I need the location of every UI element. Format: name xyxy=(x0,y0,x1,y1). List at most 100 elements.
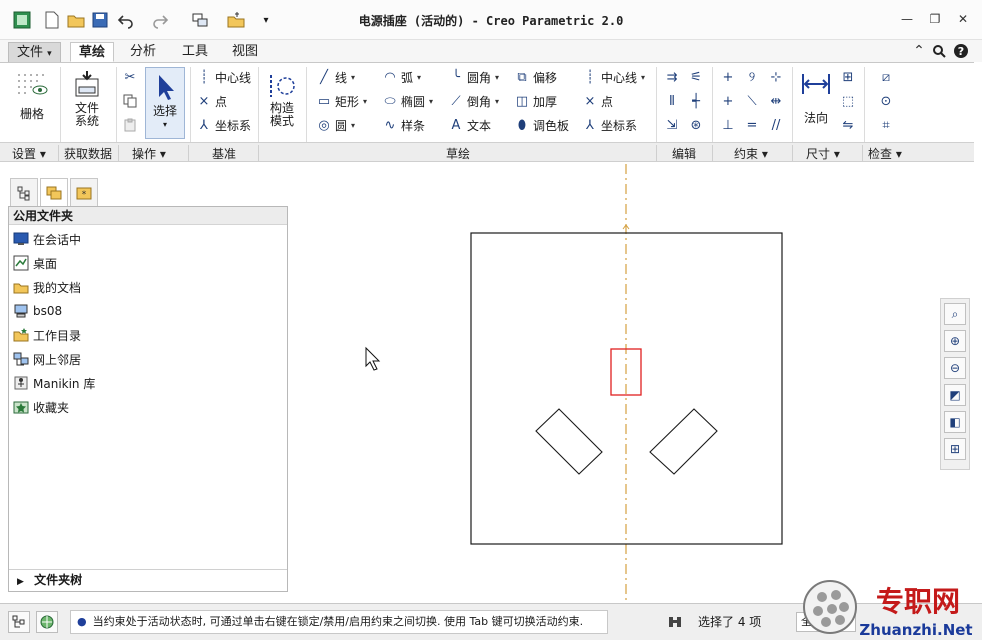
divide-icon[interactable]: ⚟ xyxy=(686,67,706,87)
vertical-constraint-icon[interactable]: + xyxy=(718,67,738,87)
zoom-out-icon[interactable]: ⊖ xyxy=(944,357,966,379)
reference-dimension-icon[interactable]: ⇋ xyxy=(838,115,858,135)
undo-icon[interactable] xyxy=(116,10,136,30)
sketch-centerline-button[interactable]: ┊ 中心线 ▾ xyxy=(582,67,645,87)
modify-icon[interactable]: ⇉ xyxy=(662,67,682,87)
text-button[interactable]: A 文本 xyxy=(448,115,491,135)
sketch-display-icon[interactable]: ⊞ xyxy=(944,438,966,460)
group-constrain[interactable]: 约束 ▾ xyxy=(734,145,768,162)
sketch-csys-button[interactable]: ⅄ 坐标系 xyxy=(582,115,637,135)
display-style-icon[interactable]: ◧ xyxy=(944,411,966,433)
select-dropdown-icon[interactable]: ▾ xyxy=(146,118,184,131)
arc-icon: ◠ xyxy=(384,69,396,85)
datum-centerline-button[interactable]: ┊ 中心线 xyxy=(196,67,251,87)
rectangle-button[interactable]: ▭ 矩形 ▾ xyxy=(316,91,367,111)
spline-button[interactable]: ∿ 样条 xyxy=(382,115,425,135)
baseline-icon[interactable]: ⬚ xyxy=(838,91,858,111)
folder-tree-toggle[interactable]: ▶ 文件夹树 xyxy=(9,569,287,591)
folder-item-working-dir[interactable]: 工作目录 xyxy=(13,325,81,345)
left-slot[interactable] xyxy=(535,408,603,475)
new-file-icon[interactable] xyxy=(42,10,62,30)
sketch-point-button[interactable]: × 点 xyxy=(582,91,613,111)
folder-item-computer[interactable]: bs08 xyxy=(13,301,62,321)
window-icon[interactable] xyxy=(226,10,246,30)
graphics-window[interactable] xyxy=(292,162,974,602)
tab-file[interactable]: 文件 ▾ xyxy=(8,42,61,62)
chamfer-button[interactable]: ⟋ 倒角 ▾ xyxy=(448,91,499,111)
group-operations[interactable]: 操作 ▾ xyxy=(132,145,166,162)
redo-icon[interactable] xyxy=(150,10,170,30)
offset-button[interactable]: ⧉ 偏移 xyxy=(514,67,557,87)
sketch-area[interactable] xyxy=(292,162,974,602)
parallel-constraint-icon[interactable]: // xyxy=(766,115,786,135)
folder-item-my-documents[interactable]: 我的文档 xyxy=(13,277,81,297)
tab-sketch[interactable]: 草绘 xyxy=(70,42,115,62)
collapse-ribbon-icon[interactable]: ⌃ xyxy=(910,42,928,60)
datum-csys-button[interactable]: ⅄ 坐标系 xyxy=(196,115,251,135)
construction-mode-button[interactable]: 构造 模式 xyxy=(262,67,302,139)
folder-item-network[interactable]: 网上邻居 xyxy=(13,349,81,369)
midpoint-constraint-icon[interactable]: ⊹ xyxy=(766,67,786,87)
rotate-resize-icon[interactable]: ⊛ xyxy=(686,115,706,135)
tab-analysis[interactable]: 分析 xyxy=(122,42,164,62)
open-folder-icon[interactable] xyxy=(66,10,86,30)
select-button[interactable]: 选择 ▾ xyxy=(145,67,185,139)
right-slot[interactable] xyxy=(649,408,718,475)
group-settings[interactable]: 设置 ▾ xyxy=(12,145,46,162)
symmetric-constraint-icon[interactable]: ⇹ xyxy=(766,91,786,111)
perpendicular-constraint-icon[interactable]: ⊥ xyxy=(718,115,738,135)
binoculars-icon[interactable] xyxy=(664,611,686,633)
file-system-button[interactable]: 文件 系统 xyxy=(64,67,110,139)
corner-icon[interactable]: ⇲ xyxy=(662,115,682,135)
grid-button[interactable]: 栅格 xyxy=(10,67,54,139)
arc-button[interactable]: ◠ 弧 ▾ xyxy=(382,67,421,87)
restore-button[interactable]: ❐ xyxy=(924,10,946,28)
palette-button[interactable]: ⬮ 调色板 xyxy=(514,115,569,135)
save-icon[interactable] xyxy=(90,10,110,30)
minimize-button[interactable]: — xyxy=(896,10,918,28)
overlapping-geometry-icon[interactable]: ⧄ xyxy=(876,67,896,87)
equal-constraint-icon[interactable]: = xyxy=(742,115,762,135)
line-button[interactable]: ╱ 线 ▾ xyxy=(316,67,355,87)
cut-icon[interactable]: ✂ xyxy=(120,67,140,87)
model-tree-tab[interactable] xyxy=(10,178,38,206)
folder-item-in-session[interactable]: 在会话中 xyxy=(13,229,81,249)
mirror-icon[interactable]: ⫴ xyxy=(662,91,682,111)
folder-item-manikin[interactable]: Manikin 库 xyxy=(13,373,95,393)
normal-dimension-button[interactable]: 法向 xyxy=(796,67,836,139)
group-inspect[interactable]: 检查 ▾ xyxy=(868,145,902,162)
app-logo-icon[interactable] xyxy=(12,10,32,30)
highlight-open-ends-icon[interactable]: ⊙ xyxy=(876,91,896,111)
toggle-navigator-icon[interactable] xyxy=(8,611,30,633)
zoom-in-icon[interactable]: ⊕ xyxy=(944,330,966,352)
thicken-button[interactable]: ◫ 加厚 xyxy=(514,91,557,111)
fillet-button[interactable]: ╰ 圆角 ▾ xyxy=(448,67,499,87)
tab-tools[interactable]: 工具 xyxy=(174,42,216,62)
favorites-tab[interactable]: * xyxy=(70,178,98,206)
shade-closed-loops-icon[interactable]: ⌗ xyxy=(876,115,896,135)
repaint-icon[interactable]: ◩ xyxy=(944,384,966,406)
toggle-browser-icon[interactable] xyxy=(36,611,58,633)
tangent-constraint-icon[interactable]: ୨ xyxy=(742,67,762,87)
folder-browser-tab[interactable] xyxy=(40,178,68,207)
folder-item-favorites[interactable]: 收藏夹 xyxy=(13,397,69,417)
datum-point-button[interactable]: × 点 xyxy=(196,91,227,111)
perimeter-icon[interactable]: ⊞ xyxy=(838,67,858,87)
copy-icon[interactable] xyxy=(120,91,140,111)
coincident-constraint-icon[interactable]: ⟍ xyxy=(742,91,762,111)
help-icon[interactable]: ? xyxy=(952,42,970,60)
circle-button[interactable]: ◎ 圆 ▾ xyxy=(316,115,355,135)
search-icon[interactable] xyxy=(930,42,948,60)
group-dimension[interactable]: 尺寸 ▾ xyxy=(806,145,840,162)
watermark-url: Zhuanzhi.Net xyxy=(859,621,972,639)
horizontal-constraint-icon[interactable]: + xyxy=(718,91,738,111)
paste-icon[interactable] xyxy=(120,115,140,135)
ellipse-button[interactable]: ⬭ 椭圆 ▾ xyxy=(382,91,433,111)
refit-icon[interactable]: ⌕ xyxy=(944,303,966,325)
tab-view[interactable]: 视图 xyxy=(224,42,266,62)
close-button[interactable]: ✕ xyxy=(952,10,974,28)
regenerate-icon[interactable] xyxy=(190,10,210,30)
delete-segment-icon[interactable]: ┽ xyxy=(686,91,706,111)
folder-item-desktop[interactable]: 桌面 xyxy=(13,253,57,273)
customize-toolbar-icon[interactable]: ▾ xyxy=(256,10,276,30)
